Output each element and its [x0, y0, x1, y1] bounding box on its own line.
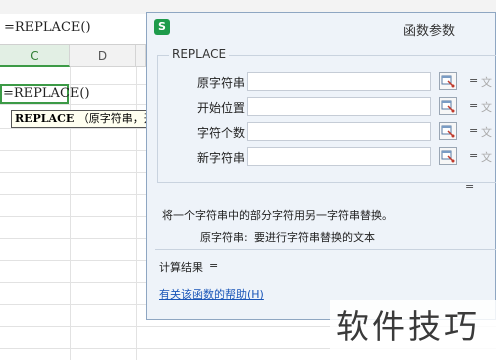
column-header-d[interactable]: D: [70, 45, 136, 67]
watermark-text: 软件技巧: [336, 307, 480, 346]
function-help-link[interactable]: 有关该函数的帮助(H): [159, 286, 264, 302]
function-result-equals: =: [465, 180, 475, 193]
argument-equals: =: [469, 74, 479, 87]
argument-input-start-position[interactable]: [247, 97, 431, 116]
wps-logo-icon: S: [154, 19, 170, 35]
argument-input-original-string[interactable]: [247, 72, 431, 91]
function-arguments-dialog: S 函数参数 REPLACE 原字符串 = 文 开始位置 = 文 字符个数 = …: [146, 12, 496, 320]
groupbox-function-name: REPLACE: [169, 47, 230, 61]
formula-bar-text[interactable]: =REPLACE(): [4, 20, 91, 35]
argument-row-new-string: 新字符串 = 文: [147, 147, 496, 167]
argument-label: 开始位置: [197, 101, 246, 115]
active-cell-text: =REPLACE(): [3, 86, 90, 101]
range-select-icon: [441, 75, 455, 88]
argument-result: 文: [481, 126, 492, 139]
argument-result: 文: [481, 151, 492, 164]
argument-row-original-string: 原字符串 = 文: [147, 72, 496, 92]
argument-row-char-count: 字符个数 = 文: [147, 122, 496, 142]
range-select-button[interactable]: [439, 72, 457, 90]
range-select-icon: [441, 125, 455, 138]
argument-result: 文: [481, 101, 492, 114]
range-select-button[interactable]: [439, 122, 457, 140]
range-select-icon: [441, 100, 455, 113]
dialog-divider: [155, 249, 496, 250]
argument-label: 新字符串: [197, 151, 246, 165]
argument-result: 文: [481, 76, 492, 89]
range-select-icon: [441, 150, 455, 163]
argument-label: 原字符串: [197, 76, 246, 90]
argument-equals: =: [469, 149, 479, 162]
tooltip-function-name: REPLACE: [15, 112, 75, 125]
argument-row-start-position: 开始位置 = 文: [147, 97, 496, 117]
column-header-c[interactable]: C: [0, 45, 70, 67]
parameter-description-text: 要进行字符串替换的文本: [254, 231, 375, 244]
function-tooltip: REPLACE （原字符串，开: [11, 110, 151, 128]
column-header-partial[interactable]: [136, 45, 146, 67]
calc-result-label: 计算结果: [159, 261, 203, 274]
range-select-button[interactable]: [439, 97, 457, 115]
dialog-title: 函数参数: [403, 24, 456, 39]
argument-label: 字符个数: [197, 126, 246, 140]
calc-result-equals: =: [209, 259, 219, 272]
function-description: 将一个字符串中的部分字符用另一字符串替换。: [162, 209, 393, 222]
parameter-description-name: 原字符串:: [200, 231, 248, 244]
watermark: 软件技巧: [330, 300, 496, 360]
argument-input-new-string[interactable]: [247, 147, 431, 166]
range-select-button[interactable]: [439, 147, 457, 165]
tooltip-args-preview: （原字符串，开: [77, 112, 151, 125]
argument-equals: =: [469, 124, 479, 137]
argument-equals: =: [469, 99, 479, 112]
argument-input-char-count[interactable]: [247, 122, 431, 141]
dialog-titlebar[interactable]: S 函数参数: [147, 13, 495, 41]
